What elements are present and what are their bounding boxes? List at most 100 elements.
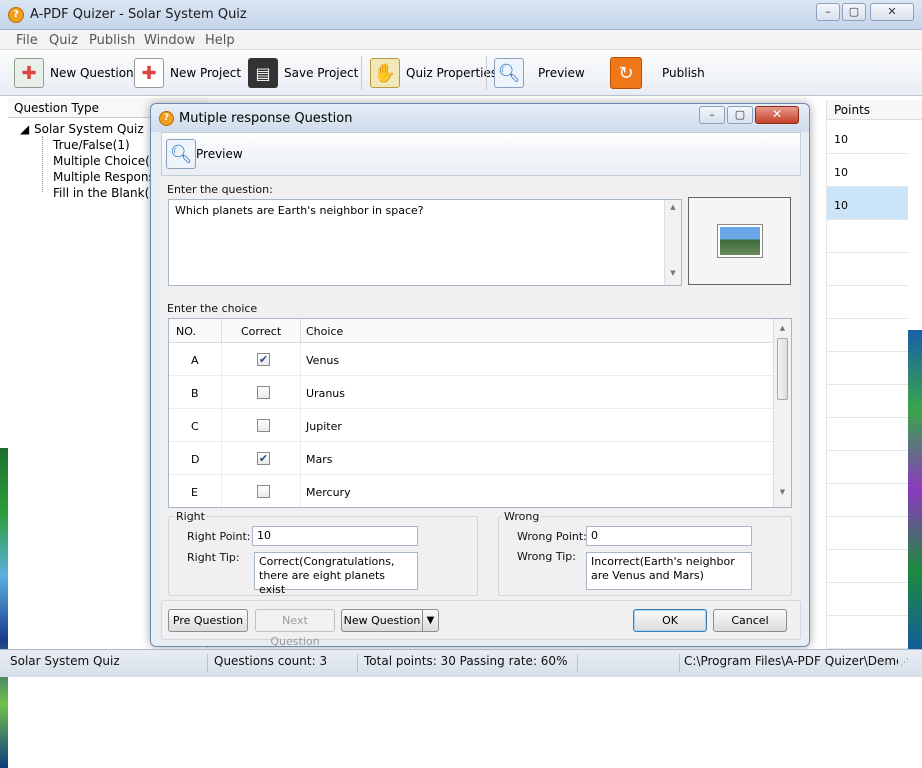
choice-row[interactable]: C Jupiter bbox=[169, 409, 773, 442]
new-question-dialog-button[interactable]: New Question bbox=[341, 609, 423, 632]
floppy-disk-icon: ▤ bbox=[248, 58, 278, 88]
tree-connector bbox=[42, 136, 43, 192]
tree-root-quiz[interactable]: Solar System Quiz bbox=[34, 122, 144, 136]
quiz-logo-icon: ? bbox=[159, 111, 174, 126]
question-image-box[interactable] bbox=[688, 197, 791, 285]
choice-text[interactable]: Jupiter bbox=[306, 420, 342, 433]
question-scrollbar[interactable]: ▲ ▼ bbox=[664, 200, 681, 285]
status-quiz-name: Solar System Quiz bbox=[6, 654, 208, 672]
preview-button[interactable]: 🔍︎ Preview bbox=[494, 56, 585, 90]
minimize-button[interactable]: – bbox=[816, 3, 840, 21]
status-spacer bbox=[580, 654, 680, 672]
table-row bbox=[826, 484, 908, 517]
dialog-preview-button[interactable]: 🔍︎ Preview bbox=[166, 137, 243, 171]
next-question-button[interactable]: Next Question bbox=[255, 609, 335, 648]
right-tip-textarea[interactable]: Correct(Congratulations, there are eight… bbox=[254, 552, 418, 596]
dropdown-arrow-icon[interactable]: ▼ bbox=[422, 609, 439, 632]
correct-checkbox[interactable]: ✔ bbox=[257, 452, 270, 465]
wrong-tip-label: Wrong Tip: bbox=[517, 550, 576, 563]
choice-text[interactable]: Mars bbox=[306, 453, 333, 466]
main-toolbar: ✚ New Question ✚ New Project ▤ Save Proj… bbox=[0, 50, 922, 96]
correct-checkbox[interactable] bbox=[257, 485, 270, 498]
pre-question-button[interactable]: Pre Question bbox=[168, 609, 248, 632]
scrollbar-thumb[interactable] bbox=[777, 338, 788, 400]
column-no[interactable]: NO. bbox=[176, 325, 196, 338]
menu-bar: File Quiz Publish Window Help bbox=[0, 30, 922, 50]
tree-expand-icon[interactable]: ◢ bbox=[20, 122, 29, 136]
right-group-title: Right bbox=[174, 510, 207, 523]
menu-publish[interactable]: Publish bbox=[89, 33, 135, 48]
quiz-properties-label: Quiz Properties bbox=[406, 66, 498, 80]
tree-item-fill-blank[interactable]: Fill in the Blank(0) bbox=[53, 186, 162, 200]
menu-window[interactable]: Window bbox=[144, 33, 195, 48]
wrong-point-input[interactable]: 0 bbox=[586, 526, 752, 546]
new-project-button[interactable]: ✚ New Project bbox=[134, 56, 241, 90]
multiple-response-dialog: ? Mutiple response Question – ▢ ✕ 🔍︎ Pre… bbox=[150, 103, 810, 648]
maximize-button[interactable]: ▢ bbox=[842, 3, 866, 21]
choice-no: C bbox=[191, 420, 199, 433]
tree-item-true-false[interactable]: True/False(1) bbox=[53, 138, 130, 152]
choice-text[interactable]: Mercury bbox=[306, 486, 351, 499]
save-project-label: Save Project bbox=[284, 66, 359, 80]
table-row bbox=[826, 286, 908, 319]
choice-scrollbar[interactable]: ▲ ▼ bbox=[773, 319, 791, 507]
menu-file[interactable]: File bbox=[16, 33, 38, 48]
magnifier-preview-icon: 🔍︎ bbox=[494, 58, 524, 88]
dialog-preview-label: Preview bbox=[196, 147, 243, 161]
table-row bbox=[826, 517, 908, 550]
menu-quiz[interactable]: Quiz bbox=[49, 33, 78, 48]
ok-button[interactable]: OK bbox=[633, 609, 707, 632]
status-question-count: Questions count: 3 bbox=[210, 654, 358, 672]
choice-text[interactable]: Venus bbox=[306, 354, 339, 367]
question-textarea[interactable]: Which planets are Earth's neighbor in sp… bbox=[168, 199, 682, 286]
dialog-title: Mutiple response Question bbox=[179, 111, 353, 126]
dialog-close-button[interactable]: ✕ bbox=[755, 106, 799, 124]
right-point-input[interactable]: 10 bbox=[252, 526, 418, 546]
quiz-logo-icon: ? bbox=[8, 7, 24, 23]
column-correct[interactable]: Correct bbox=[241, 325, 281, 338]
status-total-points: Total points: 30 Passing rate: 60% bbox=[360, 654, 578, 672]
tree-item-multiple-choice[interactable]: Multiple Choice(1) bbox=[53, 154, 162, 168]
publish-label: Publish bbox=[662, 66, 705, 80]
choice-text[interactable]: Uranus bbox=[306, 387, 345, 400]
choice-row[interactable]: B Uranus bbox=[169, 376, 773, 409]
choice-row[interactable]: A ✔ Venus bbox=[169, 343, 773, 376]
choice-row[interactable]: E Mercury bbox=[169, 475, 773, 507]
new-project-icon: ✚ bbox=[134, 58, 164, 88]
wrong-point-label: Wrong Point: bbox=[517, 530, 587, 543]
dialog-maximize-button[interactable]: ▢ bbox=[727, 106, 753, 124]
table-row bbox=[826, 385, 908, 418]
wrong-group-title: Wrong bbox=[502, 510, 542, 523]
correct-checkbox[interactable] bbox=[257, 419, 270, 432]
quiz-properties-button[interactable]: ✋ Quiz Properties bbox=[370, 56, 497, 90]
preview-label: Preview bbox=[538, 66, 585, 80]
choice-no: D bbox=[191, 453, 200, 466]
points-cell: 10 bbox=[834, 199, 848, 212]
resize-grip-icon[interactable]: ⋰ bbox=[900, 658, 914, 672]
table-row bbox=[826, 616, 908, 649]
points-column-header[interactable]: Points bbox=[834, 103, 870, 117]
desktop-background-strip bbox=[908, 330, 922, 650]
right-tip-label: Right Tip: bbox=[187, 551, 240, 564]
choice-label: Enter the choice bbox=[167, 302, 258, 315]
table-row bbox=[826, 220, 908, 253]
status-bar: Solar System Quiz Questions count: 3 Tot… bbox=[0, 649, 922, 677]
close-button[interactable]: ✕ bbox=[870, 3, 914, 21]
choice-row[interactable]: D ✔ Mars bbox=[169, 442, 773, 475]
choice-no: E bbox=[191, 486, 198, 499]
new-question-label: New Question bbox=[50, 66, 134, 80]
save-project-button[interactable]: ▤ Save Project bbox=[248, 56, 358, 90]
menu-help[interactable]: Help bbox=[205, 33, 235, 48]
correct-checkbox[interactable]: ✔ bbox=[257, 353, 270, 366]
publish-button[interactable]: ↻ Publish bbox=[610, 56, 705, 90]
dialog-minimize-button[interactable]: – bbox=[699, 106, 725, 124]
cancel-button[interactable]: Cancel bbox=[713, 609, 787, 632]
wrong-tip-textarea[interactable]: Incorrect(Earth's neighbor are Venus and… bbox=[586, 552, 752, 590]
column-choice[interactable]: Choice bbox=[306, 325, 343, 338]
question-label: Enter the question: bbox=[167, 183, 273, 196]
landscape-image-icon bbox=[717, 224, 763, 258]
correct-checkbox[interactable] bbox=[257, 386, 270, 399]
title-bar: ? A-PDF Quizer - Solar System Quiz – ▢ ✕ bbox=[0, 0, 922, 30]
new-question-button[interactable]: ✚ New Question bbox=[14, 56, 134, 90]
desktop-background-strip bbox=[0, 448, 8, 768]
